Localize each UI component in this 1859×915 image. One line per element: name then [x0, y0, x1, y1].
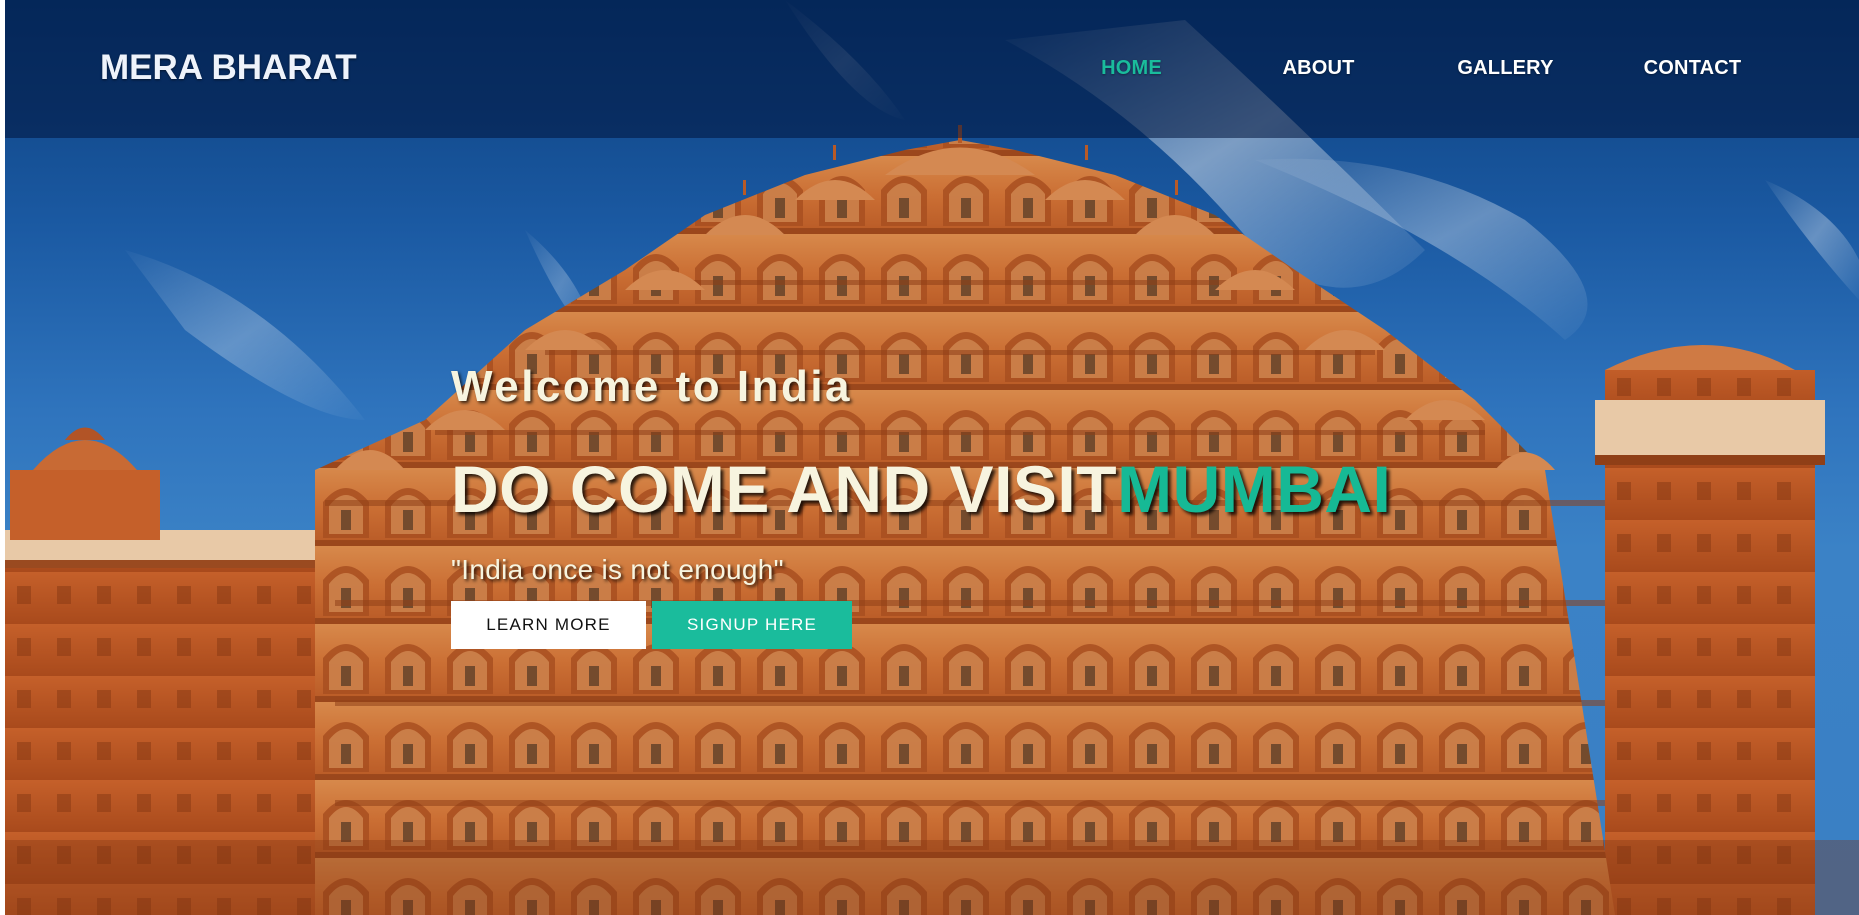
main-nav: HOME ABOUT GALLERY CONTACT [1038, 57, 1786, 80]
page: MERA BHARAT HOME ABOUT GALLERY CONTACT W… [0, 0, 1859, 915]
nav-about-link[interactable]: ABOUT [1225, 57, 1412, 80]
signup-button[interactable]: SIGNUP HERE [652, 601, 852, 649]
brand-logo[interactable]: MERA BHARAT [100, 48, 357, 88]
welcome-heading: Welcome to India [451, 362, 853, 411]
hero-buttons: LEARN MORE SIGNUP HERE [451, 601, 1391, 649]
hero-content: Welcome to India DO COME AND VISITMUMBAI… [451, 365, 1391, 649]
hero-tagline: "India once is not enough" [451, 554, 784, 585]
nav-contact-link[interactable]: CONTACT [1599, 57, 1786, 80]
headline-prefix: DO COME AND VISIT [451, 452, 1118, 526]
navbar: MERA BHARAT HOME ABOUT GALLERY CONTACT [5, 0, 1859, 138]
nav-gallery-link[interactable]: GALLERY [1412, 57, 1599, 80]
headline-city: MUMBAI [1117, 452, 1392, 526]
nav-home-link[interactable]: HOME [1038, 57, 1225, 80]
learn-more-button[interactable]: LEARN MORE [451, 601, 646, 649]
hero-headline: DO COME AND VISITMUMBAI [451, 456, 1391, 522]
